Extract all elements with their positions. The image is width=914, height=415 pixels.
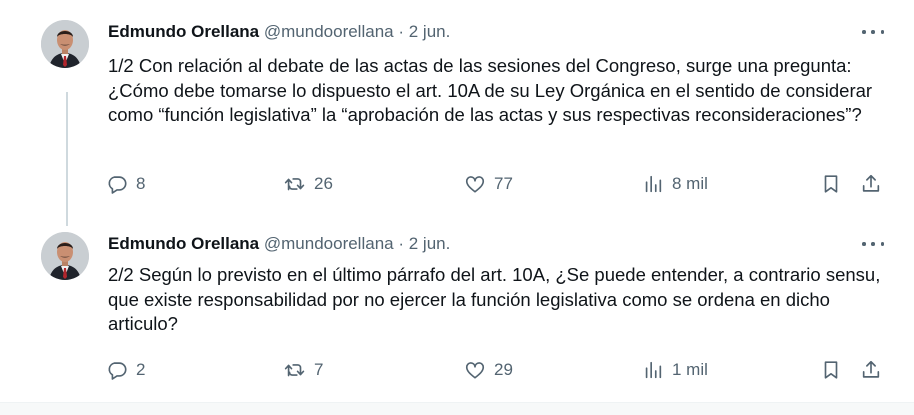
- author-handle[interactable]: @mundoorellana: [264, 22, 394, 41]
- author-handle[interactable]: @mundoorellana: [264, 234, 394, 253]
- more-icon[interactable]: [862, 236, 884, 252]
- tweet-actions: 2 7 29 1 mil: [106, 358, 886, 382]
- tweet-date[interactable]: 2 jun.: [409, 234, 451, 253]
- bookmark-button[interactable]: [820, 172, 842, 196]
- bookmark-icon: [824, 361, 838, 379]
- reply-count: 2: [136, 360, 146, 379]
- reply-icon: [108, 362, 127, 380]
- tweet[interactable]: Edmundo Orellana @mundoorellana · 2 jun.…: [0, 0, 914, 210]
- views-icon: [645, 361, 662, 379]
- views-icon: [645, 175, 662, 193]
- reply-button[interactable]: 8: [106, 172, 145, 196]
- share-icon: [862, 174, 880, 192]
- retweet-count: 7: [314, 360, 324, 379]
- section-divider: [0, 402, 914, 415]
- bookmark-button[interactable]: [820, 358, 842, 382]
- more-icon[interactable]: [862, 24, 884, 40]
- reply-button[interactable]: 2: [106, 358, 145, 382]
- reply-count: 8: [136, 174, 146, 193]
- tweet-header: Edmundo Orellana @mundoorellana · 2 jun.: [108, 20, 450, 44]
- reply-icon: [108, 176, 127, 194]
- like-button[interactable]: 29: [464, 358, 513, 382]
- retweet-button[interactable]: 26: [284, 172, 333, 196]
- tweet-actions: 8 26 77 8 mil: [106, 172, 886, 196]
- share-button[interactable]: [860, 172, 882, 196]
- views-button[interactable]: 1 mil: [642, 358, 708, 382]
- separator-dot: ·: [398, 234, 405, 253]
- share-button[interactable]: [860, 358, 882, 382]
- views-count: 1 mil: [672, 360, 708, 379]
- retweet-icon: [284, 178, 305, 191]
- views-button[interactable]: 8 mil: [642, 172, 708, 196]
- tweet-text: 1/2 Con relación al debate de las actas …: [108, 55, 873, 125]
- like-count: 77: [494, 174, 513, 193]
- author-name[interactable]: Edmundo Orellana: [108, 234, 259, 253]
- tweet-text: 2/2 Según lo previsto en el último párra…: [108, 264, 881, 334]
- share-icon: [862, 360, 880, 378]
- tweet[interactable]: Edmundo Orellana @mundoorellana · 2 jun.…: [0, 210, 914, 410]
- bookmark-icon: [824, 175, 838, 193]
- heart-icon: [465, 362, 485, 379]
- like-count: 29: [494, 360, 513, 379]
- tweet-date[interactable]: 2 jun.: [409, 22, 451, 41]
- separator-dot: ·: [398, 22, 405, 41]
- heart-icon: [465, 176, 485, 193]
- avatar[interactable]: [41, 20, 89, 68]
- author-name[interactable]: Edmundo Orellana: [108, 22, 259, 41]
- avatar[interactable]: [41, 232, 89, 280]
- like-button[interactable]: 77: [464, 172, 513, 196]
- retweet-icon: [284, 364, 305, 377]
- retweet-button[interactable]: 7: [284, 358, 323, 382]
- tweet-header: Edmundo Orellana @mundoorellana · 2 jun.: [108, 232, 450, 256]
- retweet-count: 26: [314, 174, 333, 193]
- views-count: 8 mil: [672, 174, 708, 193]
